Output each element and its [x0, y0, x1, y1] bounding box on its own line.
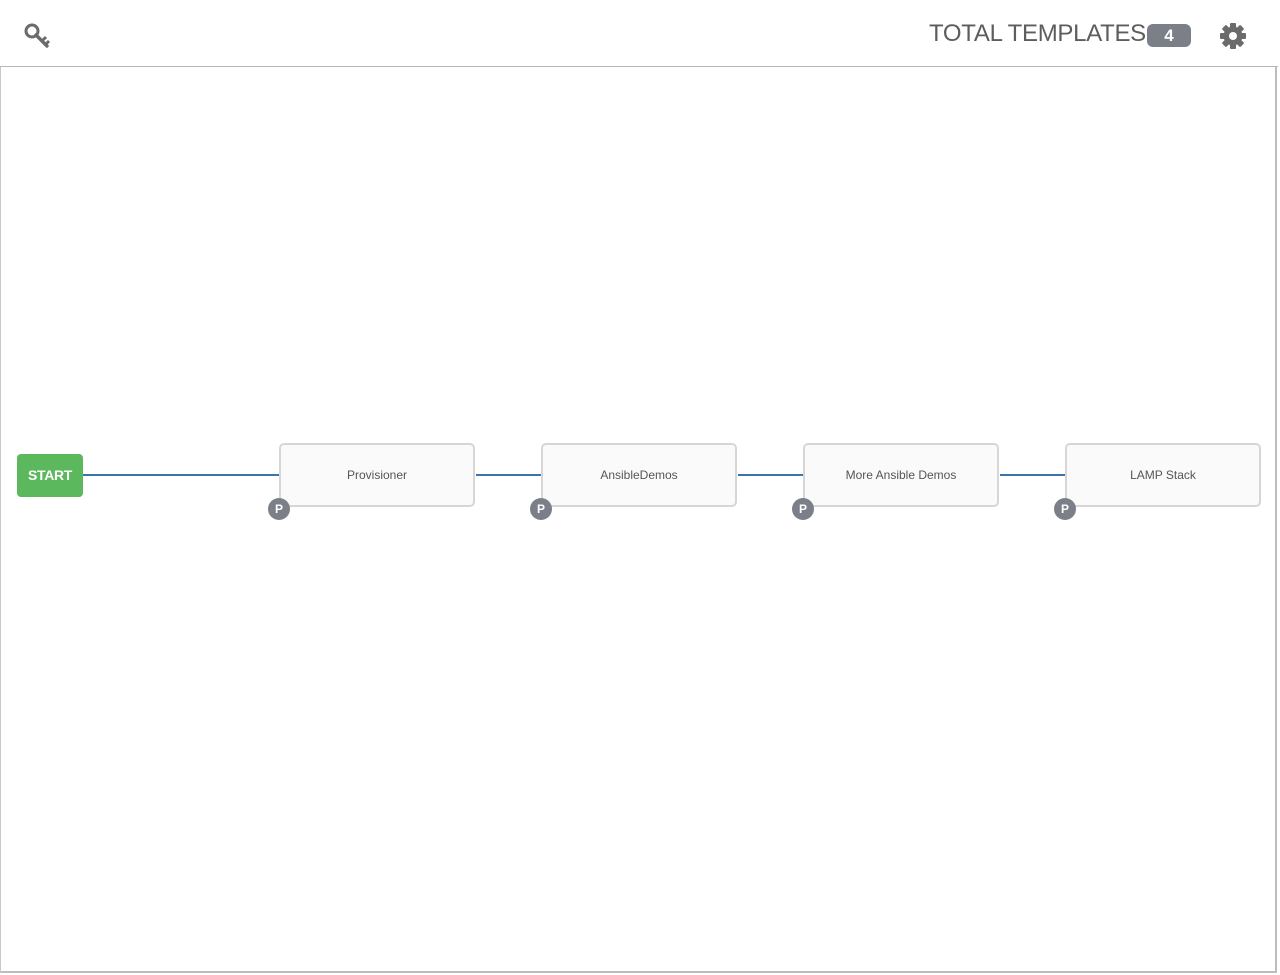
link-start-to-node-1[interactable]: [83, 474, 280, 476]
workflow-node-more-ansible-demos[interactable]: More Ansible Demos: [803, 443, 999, 507]
gear-icon[interactable]: [1219, 22, 1247, 50]
total-templates-count-badge: 4: [1147, 24, 1191, 47]
workflow-node-lamp-stack[interactable]: LAMP Stack: [1065, 443, 1261, 507]
link-node-3-to-node-4[interactable]: [1000, 474, 1066, 476]
node-type-badge: P: [268, 498, 290, 520]
link-node-2-to-node-3[interactable]: [738, 474, 804, 476]
key-icon[interactable]: [24, 23, 52, 49]
node-type-badge: P: [792, 498, 814, 520]
workflow-canvas[interactable]: START Provisioner AnsibleDemos More Ansi…: [0, 67, 1278, 973]
link-node-1-to-node-2[interactable]: [476, 474, 542, 476]
workflow-node-provisioner[interactable]: Provisioner: [279, 443, 475, 507]
header-bar: TOTAL TEMPLATES 4: [0, 0, 1278, 67]
node-type-badge: P: [530, 498, 552, 520]
node-type-badge: P: [1054, 498, 1076, 520]
start-node[interactable]: START: [17, 454, 83, 497]
workflow-node-ansibledemos[interactable]: AnsibleDemos: [541, 443, 737, 507]
total-templates-title: TOTAL TEMPLATES: [929, 20, 1146, 47]
